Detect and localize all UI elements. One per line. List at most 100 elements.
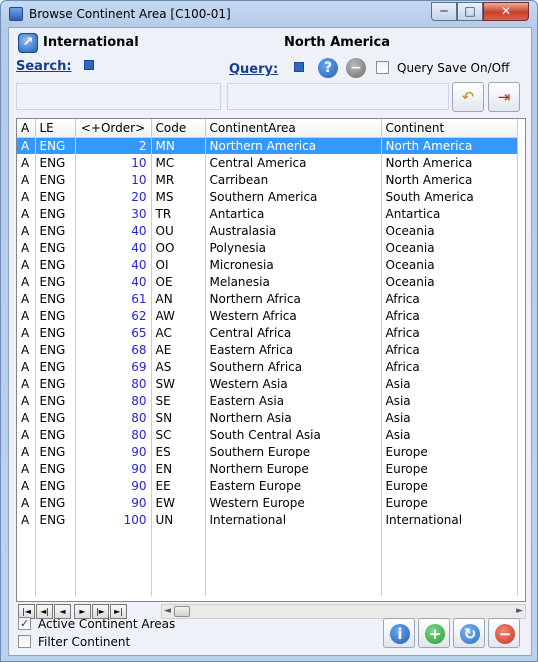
cell-continent-area: South Central Asia bbox=[205, 426, 382, 443]
table-row[interactable]: A ENG 65 AC Central Africa Africa bbox=[17, 324, 518, 341]
table-row[interactable]: A ENG 69 AS Southern Africa Africa bbox=[17, 358, 518, 375]
cell-continent: North America bbox=[381, 154, 518, 171]
empty-cell bbox=[205, 579, 382, 596]
table-row[interactable]: A ENG 100 UN International International bbox=[17, 511, 518, 528]
minus-icon[interactable]: − bbox=[346, 58, 366, 78]
minimize-button[interactable]: ─ bbox=[431, 2, 457, 21]
empty-row bbox=[17, 579, 518, 596]
info-button[interactable]: i bbox=[383, 618, 415, 648]
column-header-continent[interactable]: Continent bbox=[381, 119, 518, 138]
cell-active: A bbox=[17, 154, 36, 171]
empty-cell bbox=[17, 562, 36, 579]
cell-active: A bbox=[17, 222, 36, 239]
cell-continent: North America bbox=[381, 171, 518, 188]
cell-continent-area: Antartica bbox=[205, 205, 382, 222]
cell-active: A bbox=[17, 443, 36, 460]
empty-cell bbox=[17, 579, 36, 596]
cell-language: ENG bbox=[35, 154, 76, 171]
cell-order: 69 bbox=[75, 358, 152, 375]
table-row[interactable]: A ENG 40 OE Melanesia Oceania bbox=[17, 273, 518, 290]
table-row[interactable]: A ENG 10 MR Carribean North America bbox=[17, 171, 518, 188]
cell-active: A bbox=[17, 307, 36, 324]
table-row[interactable]: A ENG 20 MS Southern America South America bbox=[17, 188, 518, 205]
add-button[interactable]: + bbox=[418, 618, 450, 648]
empty-cell bbox=[75, 562, 152, 579]
title-bar[interactable]: Browse Continent Area [C100-01] ─ □ ✕ bbox=[1, 1, 537, 27]
column-header-active[interactable]: A bbox=[17, 119, 36, 138]
table-row[interactable]: A ENG 80 SC South Central Asia Asia bbox=[17, 426, 518, 443]
refresh-button[interactable]: ↻ bbox=[453, 618, 485, 648]
table-row[interactable]: A ENG 40 OU Australasia Oceania bbox=[17, 222, 518, 239]
international-icon[interactable]: ↗ bbox=[18, 33, 38, 53]
cell-language: ENG bbox=[35, 290, 76, 307]
empty-cell bbox=[205, 528, 382, 545]
cell-continent-area: Southern Europe bbox=[205, 443, 382, 460]
table-row[interactable]: A ENG 61 AN Northern Africa Africa bbox=[17, 290, 518, 307]
column-header-continent-area[interactable]: ContinentArea bbox=[205, 119, 382, 138]
query-save-checkbox[interactable] bbox=[376, 61, 389, 74]
horizontal-scrollbar[interactable]: ◄ ► bbox=[161, 604, 526, 619]
cell-order: 80 bbox=[75, 426, 152, 443]
cell-active: A bbox=[17, 409, 36, 426]
cell-continent-area: Northern America bbox=[205, 137, 382, 154]
help-icon[interactable]: ? bbox=[318, 58, 338, 78]
cell-language: ENG bbox=[35, 358, 76, 375]
cell-continent: Africa bbox=[381, 358, 518, 375]
refresh-icon: ↻ bbox=[460, 624, 480, 644]
table-row[interactable]: A ENG 80 SW Western Asia Asia bbox=[17, 375, 518, 392]
cell-continent-area: Micronesia bbox=[205, 256, 382, 273]
table-row[interactable]: A ENG 68 AE Eastern Africa Africa bbox=[17, 341, 518, 358]
cell-code: MN bbox=[151, 137, 206, 154]
scroll-right-arrow-icon[interactable]: ► bbox=[516, 606, 523, 616]
table-row[interactable]: A ENG 80 SN Northern Asia Asia bbox=[17, 409, 518, 426]
close-button[interactable]: ✕ bbox=[483, 2, 529, 21]
recall-arrow-icon[interactable]: ↶ bbox=[452, 82, 484, 112]
cell-active: A bbox=[17, 460, 36, 477]
query-label[interactable]: Query: bbox=[229, 62, 278, 77]
table-row[interactable]: A ENG 90 EE Eastern Europe Europe bbox=[17, 477, 518, 494]
active-areas-checkbox[interactable]: ✓ bbox=[18, 617, 31, 630]
cell-continent: Oceania bbox=[381, 273, 518, 290]
table-row[interactable]: A ENG 2 MN Northern America North America bbox=[17, 137, 518, 154]
search-field-icon[interactable] bbox=[84, 60, 94, 70]
cell-continent: Europe bbox=[381, 460, 518, 477]
cell-active: A bbox=[17, 358, 36, 375]
table-row[interactable]: A ENG 80 SE Eastern Asia Asia bbox=[17, 392, 518, 409]
filter-continent-label: Filter Continent bbox=[38, 635, 131, 649]
table-row[interactable]: A ENG 90 EN Northern Europe Europe bbox=[17, 460, 518, 477]
cell-continent-area: Western Africa bbox=[205, 307, 382, 324]
column-header-order[interactable]: <+Order> bbox=[75, 119, 152, 138]
cell-continent: Europe bbox=[381, 477, 518, 494]
exit-door-icon[interactable]: ⇥ bbox=[488, 82, 520, 112]
maximize-button[interactable]: □ bbox=[457, 2, 483, 21]
search-label[interactable]: Search: bbox=[16, 59, 72, 74]
column-header-language[interactable]: LE bbox=[35, 119, 76, 138]
table-row[interactable]: A ENG 40 OO Polynesia Oceania bbox=[17, 239, 518, 256]
cell-order: 20 bbox=[75, 188, 152, 205]
table-row[interactable]: A ENG 90 ES Southern Europe Europe bbox=[17, 443, 518, 460]
query-save-label: Query Save On/Off bbox=[397, 61, 510, 75]
search-input[interactable] bbox=[16, 83, 221, 110]
table-row[interactable]: A ENG 40 OI Micronesia Oceania bbox=[17, 256, 518, 273]
table-row[interactable]: A ENG 90 EW Western Europe Europe bbox=[17, 494, 518, 511]
table-row[interactable]: A ENG 10 MC Central America North America bbox=[17, 154, 518, 171]
scroll-thumb[interactable] bbox=[174, 606, 190, 617]
cell-continent-area: Northern Asia bbox=[205, 409, 382, 426]
column-header-code[interactable]: Code bbox=[151, 119, 206, 138]
data-grid[interactable]: A LE <+Order> Code ContinentArea Contine… bbox=[16, 118, 526, 602]
empty-cell bbox=[381, 562, 518, 579]
delete-button[interactable]: − bbox=[488, 618, 520, 648]
table-row[interactable]: A ENG 30 TR Antartica Antartica bbox=[17, 205, 518, 222]
scroll-left-arrow-icon[interactable]: ◄ bbox=[164, 606, 171, 616]
cell-order: 40 bbox=[75, 222, 152, 239]
cell-continent-area: Carribean bbox=[205, 171, 382, 188]
cell-code: MC bbox=[151, 154, 206, 171]
cell-order: 100 bbox=[75, 511, 152, 528]
query-input[interactable] bbox=[227, 83, 449, 110]
query-field-icon[interactable] bbox=[294, 62, 304, 72]
filter-continent-checkbox[interactable] bbox=[18, 635, 31, 648]
cell-code: SN bbox=[151, 409, 206, 426]
cell-continent-area: Western Asia bbox=[205, 375, 382, 392]
cell-language: ENG bbox=[35, 341, 76, 358]
table-row[interactable]: A ENG 62 AW Western Africa Africa bbox=[17, 307, 518, 324]
